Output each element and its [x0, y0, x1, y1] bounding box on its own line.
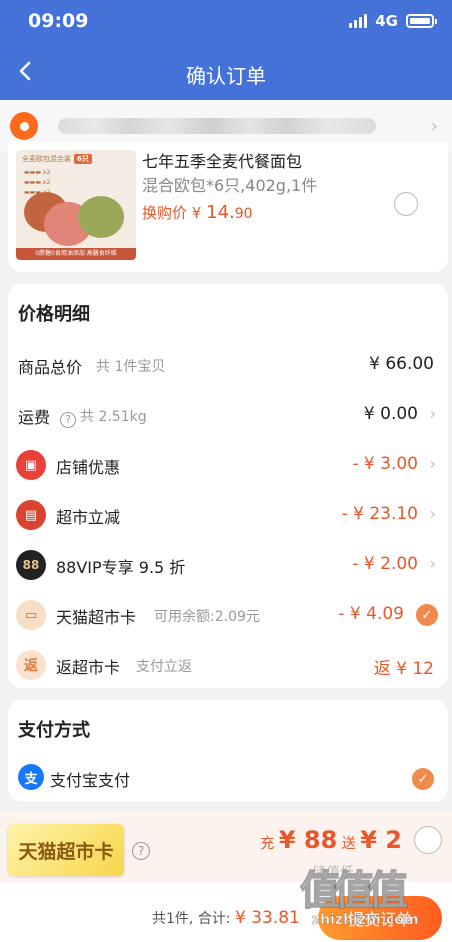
row-label: 超市立减 [56, 508, 121, 527]
card-icon: ▭ [16, 600, 46, 630]
page-title: 确认订单 [186, 64, 266, 88]
price-detail-title: 价格明细 [18, 304, 90, 325]
product-spec: 混合欧包*6只,402g,1件 [142, 176, 318, 195]
promo-offer: 充 ¥ 88 送 ¥ 2 [260, 826, 402, 854]
help-icon[interactable]: ? [60, 411, 76, 428]
row-sub: 支付立返 [136, 659, 192, 675]
charge-label: 充 [260, 836, 275, 852]
checkmark-icon[interactable]: ✓ [412, 768, 434, 790]
gift-value: ¥ 2 [360, 826, 402, 854]
row-value: ¥ 66.00 [369, 354, 434, 374]
payment-card: 支付方式 支 支付宝支付 ✓ [8, 700, 448, 802]
row-tmall-card[interactable]: ▭ 天猫超市卡 可用余额:2.09元 - ¥ 4.09 ✓ [8, 600, 448, 630]
row-sub: 共 1件宝贝 [96, 359, 166, 375]
promo-select-radio[interactable] [414, 826, 442, 854]
order-total: 共1件, 合计: ¥ 33.81 [152, 908, 300, 928]
price-label: 换购价 [142, 204, 188, 222]
row-label: 天猫超市卡 [56, 608, 137, 627]
charge-value: ¥ 88 [278, 826, 338, 854]
row-value: - ¥ 3.00 [352, 454, 418, 474]
row-label: 店铺优惠 [56, 458, 121, 477]
row-shipping[interactable]: 运费 ? 共 2.51kg ¥ 0.00 › [8, 400, 448, 430]
product-select-radio[interactable] [394, 192, 418, 216]
row-label: 88VIP专享 9.5 折 [56, 558, 186, 577]
row-store-discount[interactable]: ▣ 店铺优惠 - ¥ 3.00 › [8, 450, 448, 480]
ticket-icon: ▣ [16, 450, 46, 480]
watermark-url: zhizhizhi.com [312, 912, 419, 929]
chevron-right-icon: › [429, 554, 436, 573]
blurred-address [58, 118, 376, 134]
row-item-total: 商品总价 共 1件宝贝 ¥ 66.00 [8, 350, 448, 380]
row-value: - ¥ 23.10 [341, 504, 418, 524]
product-card: 全麦欧包混合装6只 ▬▬▬ x2▬▬▬ x2▬▬▬ x2 0蔗糖0食用油添加 高… [8, 142, 448, 272]
row-88vip[interactable]: 88 88VIP专享 9.5 折 - ¥ 2.00 › [8, 550, 448, 580]
price-currency: ¥ [191, 204, 202, 222]
chevron-right-icon: › [429, 454, 436, 473]
status-bar: 09:09 4G [0, 0, 452, 44]
row-sub: ? 共 2.51kg [60, 406, 147, 428]
gift-label: 送 [341, 836, 356, 852]
total-amount: ¥ 33.81 [234, 908, 300, 928]
row-label: 运费 [18, 408, 51, 427]
row-value: - ¥ 2.00 [352, 554, 418, 574]
row-value: - ¥ 4.09 [338, 604, 404, 624]
tmall-card-badge: 天猫超市卡 [8, 824, 124, 876]
status-time: 09:09 [28, 10, 89, 32]
bun-image [78, 196, 124, 238]
watermark: 值值值 zhizhizhi.com [298, 858, 448, 942]
signal-icon [349, 14, 368, 28]
chevron-right-icon: › [429, 404, 436, 423]
vip-88-icon: 88 [16, 550, 46, 580]
location-pin-icon [10, 112, 38, 140]
row-value: ¥ 0.00 [363, 404, 418, 424]
status-indicators: 4G [349, 12, 437, 30]
row-cashback-card: 返 返超市卡 支付立返 返 ¥ 12 [8, 650, 448, 680]
network-type: 4G [375, 12, 398, 30]
row-label: 商品总价 [18, 358, 83, 377]
payment-title: 支付方式 [18, 720, 90, 741]
product-name: 七年五季全麦代餐面包 [142, 152, 303, 171]
price-integer: 14. [206, 202, 235, 223]
alipay-icon: 支 [18, 764, 44, 790]
product-image-footer: 0蔗糖0食用油添加 高膳食纤维 [16, 248, 136, 260]
chevron-right-icon: › [430, 116, 438, 137]
chevron-right-icon: › [429, 504, 436, 523]
row-sub: 可用余额:2.09元 [154, 609, 260, 625]
row-market-discount[interactable]: ▤ 超市立减 - ¥ 23.10 › [8, 500, 448, 530]
payment-method-label[interactable]: 支付宝支付 [50, 767, 130, 791]
checkmark-icon[interactable]: ✓ [416, 604, 438, 626]
cashback-icon: 返 [16, 650, 46, 680]
red-packet-icon: ▤ [16, 500, 46, 530]
help-icon[interactable]: ? [132, 842, 150, 860]
row-label: 返超市卡 [56, 658, 121, 677]
price-detail-card: 价格明细 商品总价 共 1件宝贝 ¥ 66.00 运费 ? 共 2.51kg ¥ … [8, 284, 448, 688]
product-image-tag: 全麦欧包混合装 6只 [22, 154, 92, 164]
battery-icon [406, 14, 437, 28]
item-count: 共1件, [152, 911, 194, 927]
product-price: 换购价 ¥ 14.90 [142, 202, 253, 223]
price-decimal: 90 [234, 206, 253, 222]
watermark-logo: 值值值 [299, 867, 409, 915]
product-image[interactable]: 全麦欧包混合装6只 ▬▬▬ x2▬▬▬ x2▬▬▬ x2 0蔗糖0食用油添加 高… [16, 150, 136, 260]
row-value: 返 ¥ 12 [373, 659, 434, 679]
total-label: 合计: [197, 911, 231, 927]
nav-bar: 确认订单 [0, 44, 452, 100]
